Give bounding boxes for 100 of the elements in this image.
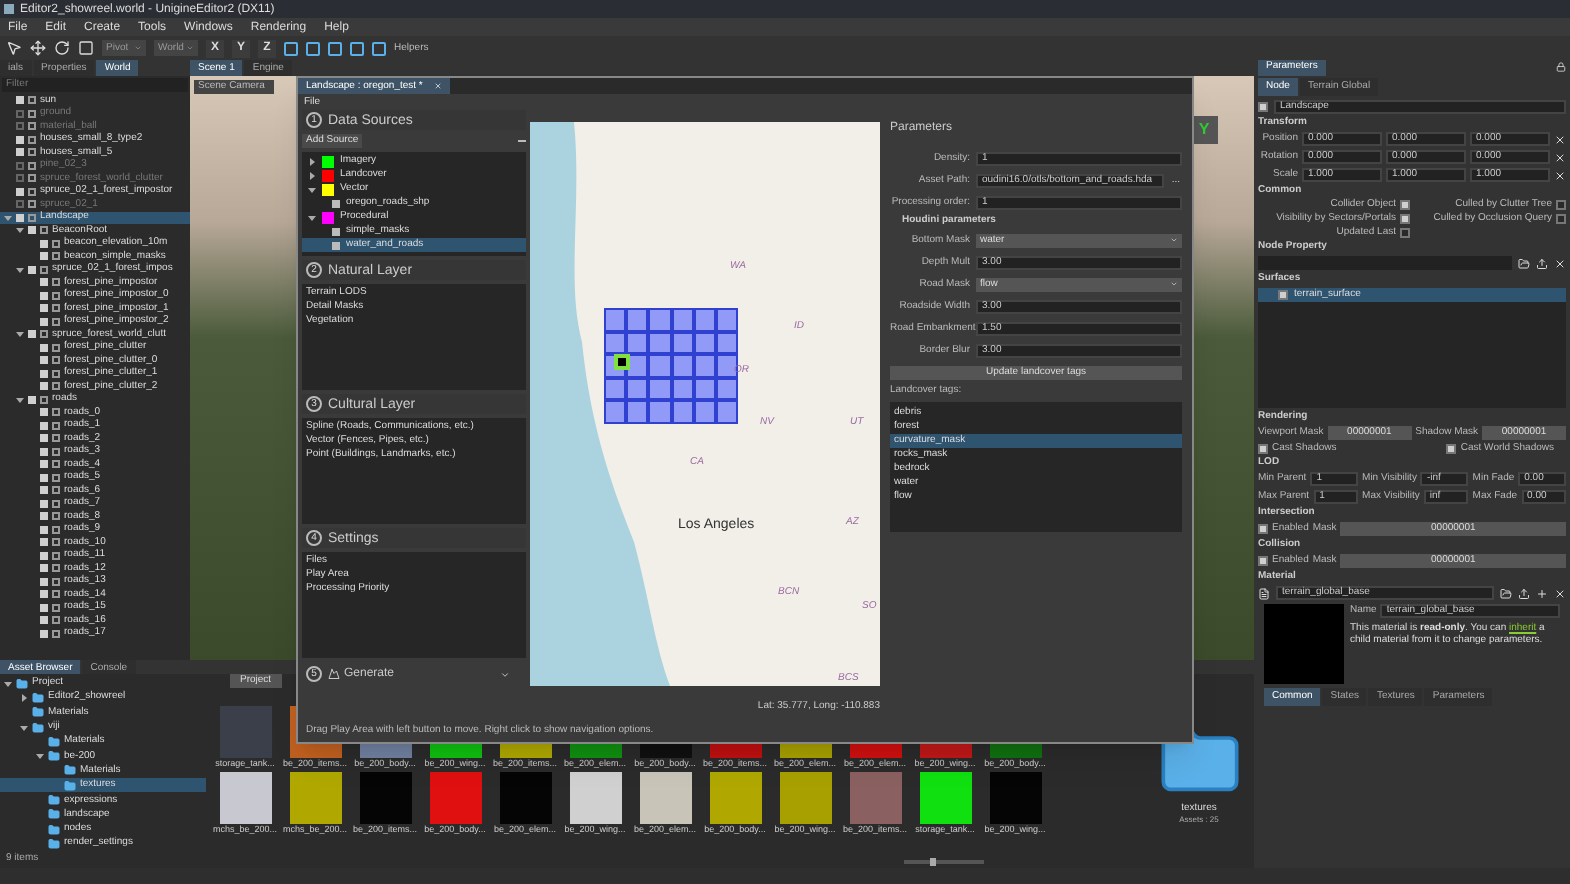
texture-thumbnail[interactable]: [219, 706, 271, 758]
texture-thumbnail[interactable]: [639, 772, 691, 824]
lock-icon[interactable]: [1556, 62, 1566, 72]
clear-icon[interactable]: [1554, 257, 1566, 269]
visibility-checkbox[interactable]: [40, 408, 48, 417]
visibility-checkbox[interactable]: [40, 369, 48, 378]
visibility-checkbox[interactable]: [16, 213, 24, 222]
visibility-checkbox[interactable]: [16, 135, 24, 144]
visibility-checkbox[interactable]: [40, 486, 48, 495]
zoom-slider-thumb[interactable]: [929, 858, 935, 866]
visibility-checkbox[interactable]: [40, 304, 48, 313]
checkbox[interactable]: [1258, 524, 1268, 534]
node-icon: [52, 629, 60, 638]
visibility-checkbox[interactable]: [28, 226, 36, 235]
visibility-checkbox[interactable]: [40, 551, 48, 560]
checkbox[interactable]: [1400, 200, 1410, 210]
texture-thumbnail[interactable]: [779, 772, 831, 824]
node-icon: [28, 200, 36, 209]
visibility-checkbox[interactable]: [40, 564, 48, 573]
expand-arrow-icon[interactable]: [16, 265, 24, 274]
checkbox[interactable]: [1556, 200, 1566, 210]
checkbox[interactable]: [1258, 556, 1268, 566]
node-icon: [28, 213, 36, 222]
folder-icon[interactable]: [1500, 587, 1512, 599]
visibility-checkbox[interactable]: [28, 330, 36, 339]
texture-thumbnail[interactable]: [359, 772, 411, 824]
texture-thumbnail[interactable]: [569, 772, 621, 824]
expand-arrow-icon[interactable]: [308, 213, 316, 221]
node-icon: [52, 603, 60, 612]
caret-icon[interactable]: [500, 669, 511, 679]
scale-icon[interactable]: [78, 40, 94, 56]
visibility-checkbox[interactable]: [40, 499, 48, 508]
texture-thumbnail[interactable]: [709, 772, 761, 824]
visibility-checkbox[interactable]: [40, 382, 48, 391]
visibility-checkbox[interactable]: [40, 356, 48, 365]
node-icon: [52, 512, 60, 521]
texture-thumbnail[interactable]: [499, 772, 551, 824]
expand-arrow-icon[interactable]: [36, 752, 44, 761]
visibility-checkbox[interactable]: [40, 577, 48, 586]
play-area-grid[interactable]: [604, 308, 738, 424]
reset-icon[interactable]: [1554, 133, 1566, 145]
add-icon[interactable]: [1536, 587, 1548, 599]
upload-icon[interactable]: [1536, 257, 1548, 269]
visibility-checkbox[interactable]: [40, 278, 48, 287]
visibility-checkbox[interactable]: [40, 252, 48, 261]
visibility-checkbox[interactable]: [40, 343, 48, 352]
rotate-icon[interactable]: [54, 40, 70, 56]
texture-thumbnail[interactable]: [289, 772, 341, 824]
texture-thumbnail[interactable]: [919, 772, 971, 824]
texture-thumbnail[interactable]: [429, 772, 481, 824]
visibility-checkbox[interactable]: [16, 122, 24, 131]
move-icon[interactable]: [30, 40, 46, 56]
checkbox[interactable]: [1400, 214, 1410, 224]
node-icon: [28, 109, 36, 118]
node-icon: [52, 486, 60, 495]
checkbox[interactable]: [1258, 102, 1268, 112]
clear-icon[interactable]: [1554, 587, 1566, 599]
visibility-checkbox[interactable]: [40, 460, 48, 469]
pointer-icon[interactable]: [6, 40, 22, 56]
expand-arrow-icon[interactable]: [16, 330, 24, 339]
visibility-checkbox[interactable]: [40, 434, 48, 443]
visibility-checkbox[interactable]: [16, 109, 24, 118]
folder-icon[interactable]: [1518, 257, 1530, 269]
visibility-checkbox[interactable]: [16, 187, 24, 196]
visibility-checkbox[interactable]: [16, 174, 24, 183]
expand-arrow-icon[interactable]: [16, 395, 24, 404]
texture-thumbnail[interactable]: [219, 772, 271, 824]
texture-thumbnail[interactable]: [849, 772, 901, 824]
visibility-checkbox[interactable]: [16, 200, 24, 209]
texture-thumbnail[interactable]: [989, 772, 1041, 824]
visibility-checkbox[interactable]: [40, 473, 48, 482]
visibility-checkbox[interactable]: [40, 239, 48, 248]
visibility-checkbox[interactable]: [16, 96, 24, 105]
visibility-checkbox[interactable]: [40, 629, 48, 638]
expand-arrow-icon[interactable]: [20, 723, 28, 732]
visibility-checkbox[interactable]: [40, 447, 48, 456]
visibility-checkbox[interactable]: [40, 616, 48, 625]
visibility-checkbox[interactable]: [16, 161, 24, 170]
visibility-checkbox[interactable]: [28, 395, 36, 404]
visibility-checkbox[interactable]: [40, 590, 48, 599]
checkbox[interactable]: [1278, 290, 1288, 300]
checkbox[interactable]: [1556, 214, 1566, 224]
visibility-checkbox[interactable]: [40, 317, 48, 326]
reset-icon[interactable]: [1554, 169, 1566, 181]
visibility-checkbox[interactable]: [40, 291, 48, 300]
checkbox[interactable]: [1446, 444, 1457, 454]
node-icon: [52, 447, 60, 456]
visibility-checkbox[interactable]: [40, 538, 48, 547]
visibility-checkbox[interactable]: [40, 512, 48, 521]
checkbox[interactable]: [1400, 228, 1410, 238]
checkbox[interactable]: [1258, 444, 1268, 454]
visibility-checkbox[interactable]: [40, 525, 48, 534]
reset-icon[interactable]: [1554, 151, 1566, 163]
visibility-checkbox[interactable]: [40, 421, 48, 430]
upload-icon[interactable]: [1518, 587, 1530, 599]
visibility-checkbox[interactable]: [28, 265, 36, 274]
node-icon: [52, 252, 60, 261]
visibility-checkbox[interactable]: [40, 603, 48, 612]
node-icon: [28, 161, 36, 170]
visibility-checkbox[interactable]: [16, 148, 24, 157]
